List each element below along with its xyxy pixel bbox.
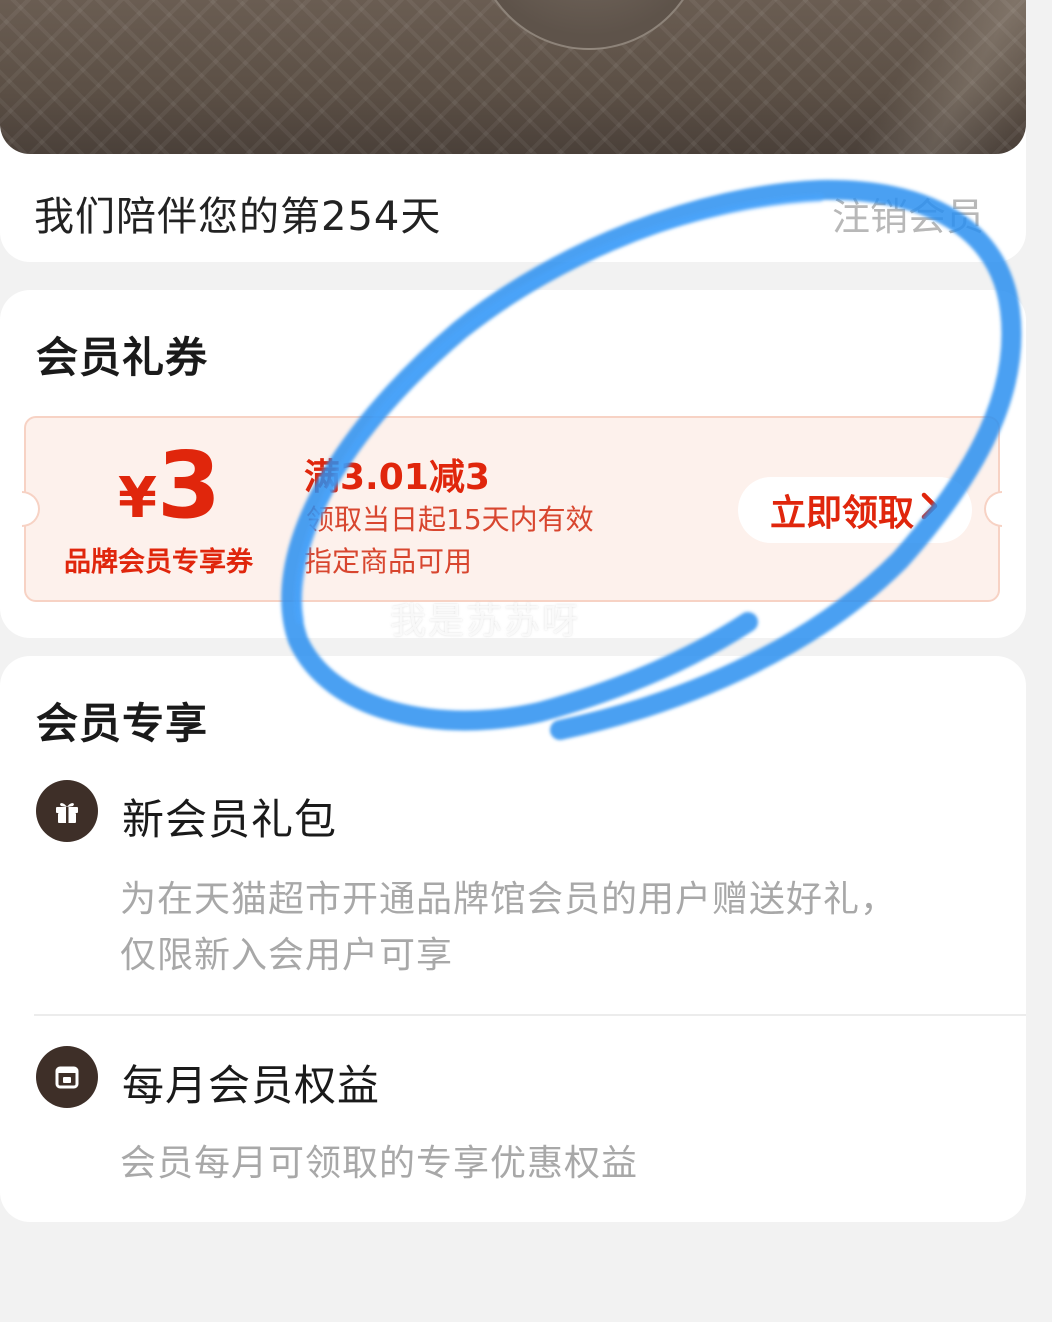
benefit-title-new-member-gift: 新会员礼包: [122, 795, 338, 844]
watermark-text: 我是苏苏呀: [390, 601, 581, 642]
coupon-section-title: 会员礼券: [36, 333, 209, 382]
benefit-desc-new-member-gift-line2: 仅限新入会用户可享: [120, 935, 454, 976]
banner-glint: [840, 0, 1026, 154]
banner-decoration: [474, 0, 704, 50]
coupon-rule: 满3.01减3: [304, 457, 490, 498]
membership-banner-image: [0, 0, 1026, 154]
coupon-amount: 3: [156, 432, 221, 539]
calendar-icon: [36, 1046, 98, 1108]
claim-coupon-label: 立即领取: [769, 493, 914, 534]
gift-icon: [36, 780, 98, 842]
divider: [34, 1014, 1026, 1016]
coupon-type-label: 品牌会员专享券: [64, 547, 253, 578]
chevron-right-icon: [920, 490, 940, 530]
benefit-desc-new-member-gift-line1: 为在天猫超市开通品牌馆会员的用户赠送好礼，: [120, 879, 898, 920]
benefit-desc-monthly-rights: 会员每月可领取的专享优惠权益: [120, 1143, 639, 1184]
cancel-membership-link[interactable]: 注销会员: [832, 186, 984, 241]
membership-days-text: 我们陪伴您的第254天: [34, 194, 442, 240]
claim-coupon-button[interactable]: 立即领取: [738, 477, 972, 543]
coupon-currency: ¥: [118, 466, 157, 531]
coupon-validity: 领取当日起15天内有效: [306, 503, 594, 536]
benefit-title-monthly-rights: 每月会员权益: [122, 1061, 381, 1110]
coupon-scope: 指定商品可用: [304, 545, 473, 578]
membership-header-card: 我们陪伴您的第254天 注销会员: [0, 0, 1026, 262]
benefits-section-title: 会员专享: [36, 699, 209, 748]
coupon-value: ¥3: [118, 440, 221, 532]
